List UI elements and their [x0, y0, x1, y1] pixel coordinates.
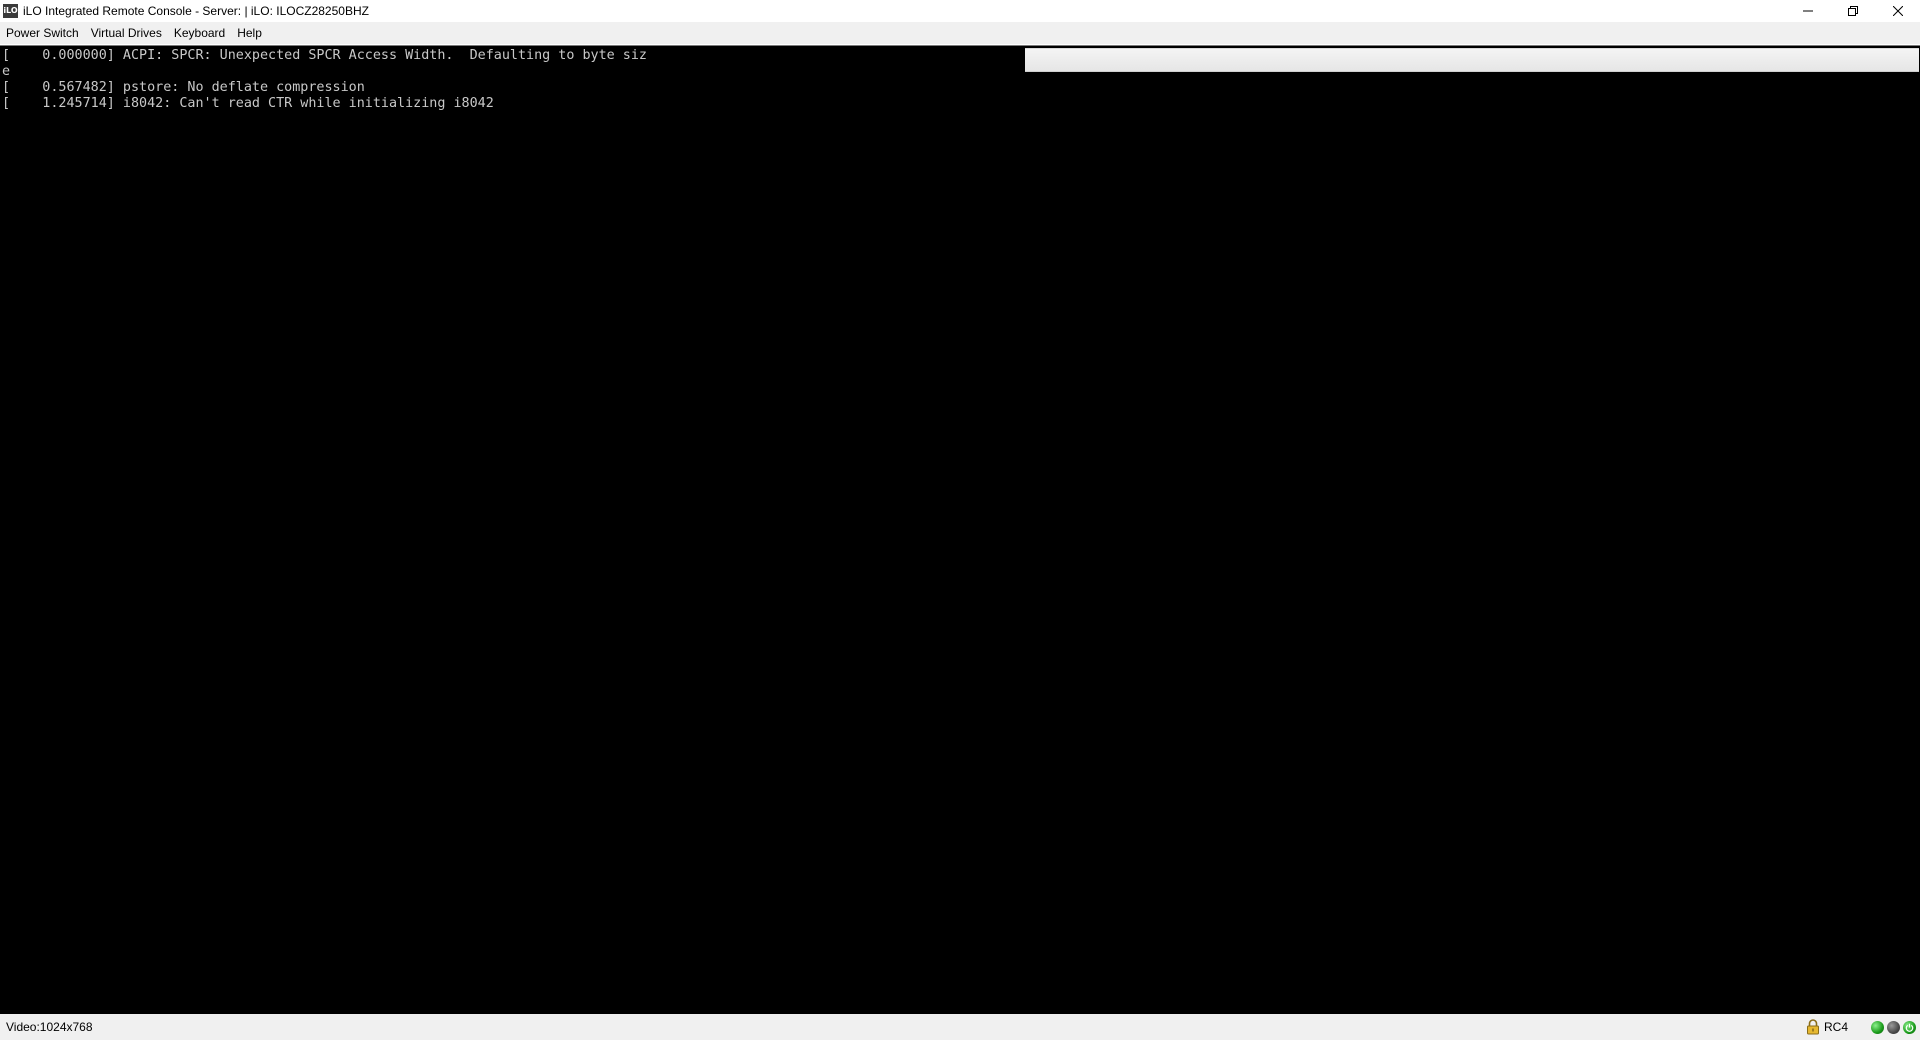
minimize-icon	[1802, 10, 1813, 12]
encryption-label: RC4	[1823, 1020, 1848, 1034]
close-button[interactable]	[1875, 0, 1920, 22]
title-bar[interactable]: iLO iLO Integrated Remote Console - Serv…	[0, 0, 1920, 22]
restore-button[interactable]	[1830, 0, 1875, 22]
ilo-app-icon: iLO	[3, 4, 18, 18]
menu-bar: Power Switch Virtual Drives Keyboard Hel…	[0, 22, 1920, 44]
console-line: [ 0.000000] ACPI: SPCR: Unexpected SPCR …	[2, 48, 647, 63]
status-indicators: RC4	[1806, 1014, 1916, 1040]
menu-power-switch[interactable]: Power Switch	[0, 23, 85, 43]
menu-virtual-drives[interactable]: Virtual Drives	[85, 23, 168, 43]
status-bar: Video:1024x768 RC4	[0, 1014, 1920, 1040]
lock-icon	[1806, 1019, 1819, 1035]
close-icon	[1892, 6, 1903, 16]
remote-console-window: iLO iLO Integrated Remote Console - Serv…	[0, 0, 1920, 1040]
power-led-icon[interactable]	[1903, 1020, 1916, 1034]
window-controls	[1785, 0, 1920, 22]
activity-led-icon	[1887, 1020, 1900, 1034]
console-overlay-bar	[1025, 48, 1919, 72]
menu-help[interactable]: Help	[231, 23, 268, 43]
restore-icon	[1847, 6, 1858, 16]
health-led-icon	[1871, 1020, 1884, 1034]
console-line: [ 1.245714] i8042: Can't read CTR while …	[2, 96, 494, 111]
power-symbol-icon	[1905, 1023, 1914, 1032]
console-line: e	[2, 64, 11, 79]
console-line: [ 0.567482] pstore: No deflate compressi…	[2, 80, 365, 95]
minimize-button[interactable]	[1785, 0, 1830, 22]
menu-keyboard[interactable]: Keyboard	[168, 23, 231, 43]
window-title: iLO Integrated Remote Console - Server: …	[23, 4, 369, 18]
video-resolution-label: Video:1024x768	[6, 1020, 93, 1034]
console-output: [ 0.000000] ACPI: SPCR: Unexpected SPCR …	[2, 48, 647, 112]
remote-console-display[interactable]: [ 0.000000] ACPI: SPCR: Unexpected SPCR …	[0, 45, 1920, 1014]
